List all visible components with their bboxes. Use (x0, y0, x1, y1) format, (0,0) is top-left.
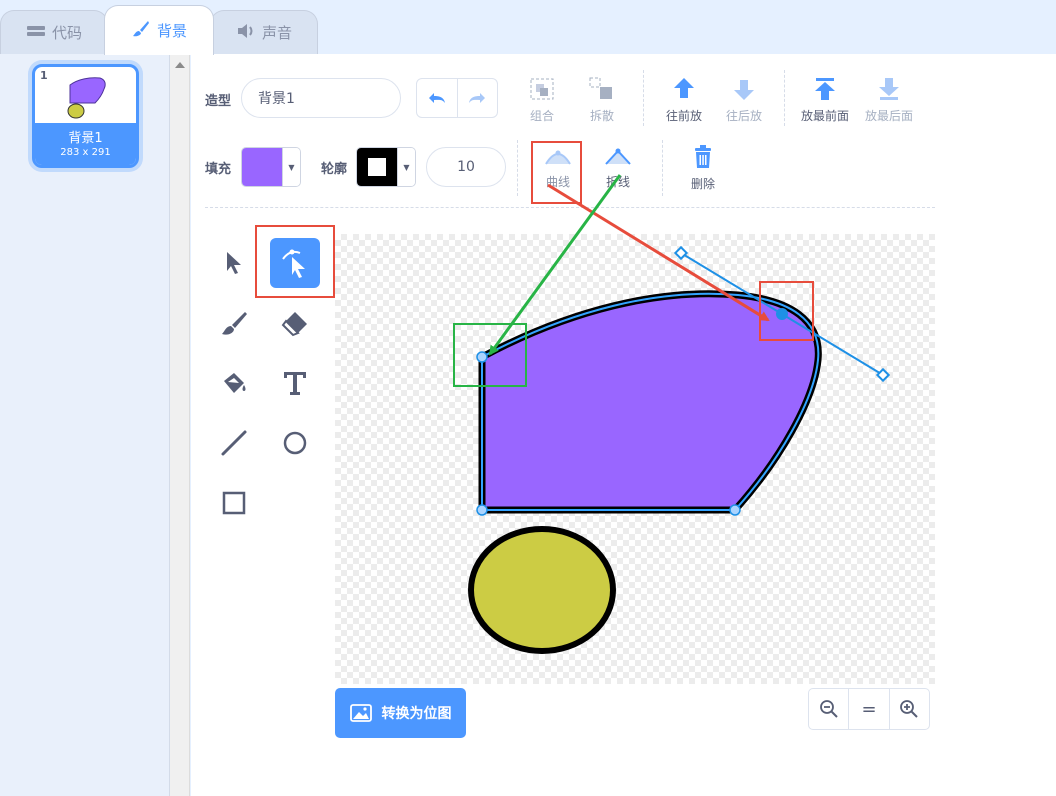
curved-button[interactable]: 曲线 (536, 144, 580, 190)
costume-label: 背景1 283 x 291 (35, 123, 136, 165)
line-tool[interactable] (209, 418, 259, 468)
fill-label: 填充 (205, 162, 232, 177)
forward-label: 往前放 (665, 109, 702, 123)
zoom-reset-button[interactable]: = (848, 689, 888, 729)
eraser-icon (281, 312, 307, 337)
outline-color-picker[interactable]: ▼ (356, 147, 416, 187)
circle-tool[interactable] (270, 418, 320, 468)
group-label: 组合 (529, 109, 554, 123)
curved-icon (545, 150, 571, 165)
trash-icon (695, 145, 711, 168)
costume-item[interactable]: 1 背景1 283 x 291 (32, 64, 139, 168)
fill-color-picker[interactable]: ▼ (241, 147, 301, 187)
tab-label: 代码 (51, 24, 82, 42)
delete-label: 删除 (690, 177, 715, 191)
tab-backdrop[interactable]: 背景 (104, 5, 214, 55)
paint-bucket-icon (224, 373, 246, 393)
text-icon (284, 372, 306, 395)
scrollbar[interactable] (170, 54, 190, 796)
tab-label: 声音 (261, 24, 292, 42)
group-button[interactable]: 组合 (524, 76, 560, 124)
brush-tool[interactable] (209, 298, 259, 348)
front-icon (815, 78, 835, 100)
costume-name: 背景1 (68, 131, 103, 146)
divider (662, 140, 663, 196)
code-icon (26, 24, 46, 42)
text-tool[interactable] (270, 358, 320, 408)
speaker-icon (236, 23, 256, 43)
zoom-out-icon (819, 700, 838, 718)
curved-label: 曲线 (545, 175, 570, 189)
fill-swatch (242, 148, 282, 186)
chevron-down-icon: ▼ (282, 148, 300, 186)
eraser-tool[interactable] (270, 298, 320, 348)
ungroup-button[interactable]: 拆散 (584, 76, 620, 124)
select-tool[interactable] (209, 238, 259, 288)
front-button[interactable]: 放最前面 (797, 76, 853, 124)
costume-size: 283 x 291 (60, 147, 111, 158)
chevron-down-icon: ▼ (397, 148, 415, 186)
costume-index: 1 (40, 69, 48, 82)
backward-label: 往后放 (725, 109, 762, 123)
image-icon (349, 704, 372, 722)
divider (517, 140, 518, 196)
front-label: 放最前面 (800, 109, 849, 123)
zoom-in-icon (900, 700, 919, 718)
fill-tool[interactable] (209, 358, 259, 408)
backward-button[interactable]: 往后放 (721, 76, 767, 124)
reshape-icon (282, 249, 305, 278)
convert-to-bitmap-button[interactable]: 转换为位图 (335, 688, 466, 738)
redo-button[interactable] (456, 79, 497, 117)
toolbar-divider (205, 207, 935, 208)
convert-to-bitmap-label: 转换为位图 (381, 706, 452, 722)
line-icon (221, 430, 247, 456)
redo-icon (469, 93, 486, 103)
rectangle-icon (222, 491, 246, 515)
arrow-icon (227, 252, 241, 274)
outline-width-input[interactable]: 10 (426, 147, 506, 187)
back-label: 放最后面 (864, 109, 913, 123)
outline-label: 轮廓 (321, 162, 348, 177)
zoom-controls: = (808, 688, 930, 730)
scroll-up-arrow[interactable] (175, 62, 185, 68)
brush-icon (222, 312, 247, 335)
circle-icon (283, 431, 307, 455)
forward-icon (674, 78, 694, 98)
tab-code[interactable]: 代码 (0, 10, 108, 54)
brush-icon (131, 19, 151, 43)
costume-name-input[interactable]: 背景1 (241, 78, 401, 118)
group-icon (530, 78, 554, 100)
pointed-icon (605, 148, 631, 165)
pointed-button[interactable]: 折线 (596, 144, 640, 190)
rect-tool[interactable] (209, 478, 259, 528)
ungroup-label: 拆散 (589, 109, 614, 123)
tab-sounds[interactable]: 声音 (210, 10, 318, 54)
costume-label: 造型 (205, 94, 232, 109)
tab-bar: 代码 背景 声音 (0, 0, 1056, 55)
outline-swatch (357, 148, 397, 186)
undo-redo-group (416, 78, 498, 118)
undo-button[interactable] (417, 79, 457, 117)
forward-button[interactable]: 往前放 (661, 76, 707, 124)
ungroup-icon (589, 77, 612, 99)
delete-button[interactable]: 删除 (683, 144, 723, 192)
back-button[interactable]: 放最后面 (861, 76, 917, 124)
paint-editor: 造型 背景1 组合 拆散 往前放 往后放 放最前面 放最后面 填充 ▼ 轮廓 ▼… (191, 54, 1056, 796)
zoom-out-button[interactable] (809, 689, 848, 729)
divider (784, 70, 785, 126)
undo-icon (428, 93, 445, 103)
pointed-label: 折线 (605, 175, 630, 189)
costume-thumbnail (67, 77, 106, 119)
divider (643, 70, 644, 126)
back-icon (879, 78, 899, 100)
zoom-in-button[interactable] (888, 689, 929, 729)
backward-icon (734, 80, 754, 100)
tab-label: 背景 (156, 22, 187, 40)
paint-canvas[interactable] (335, 234, 935, 684)
reshape-tool[interactable] (270, 238, 320, 288)
